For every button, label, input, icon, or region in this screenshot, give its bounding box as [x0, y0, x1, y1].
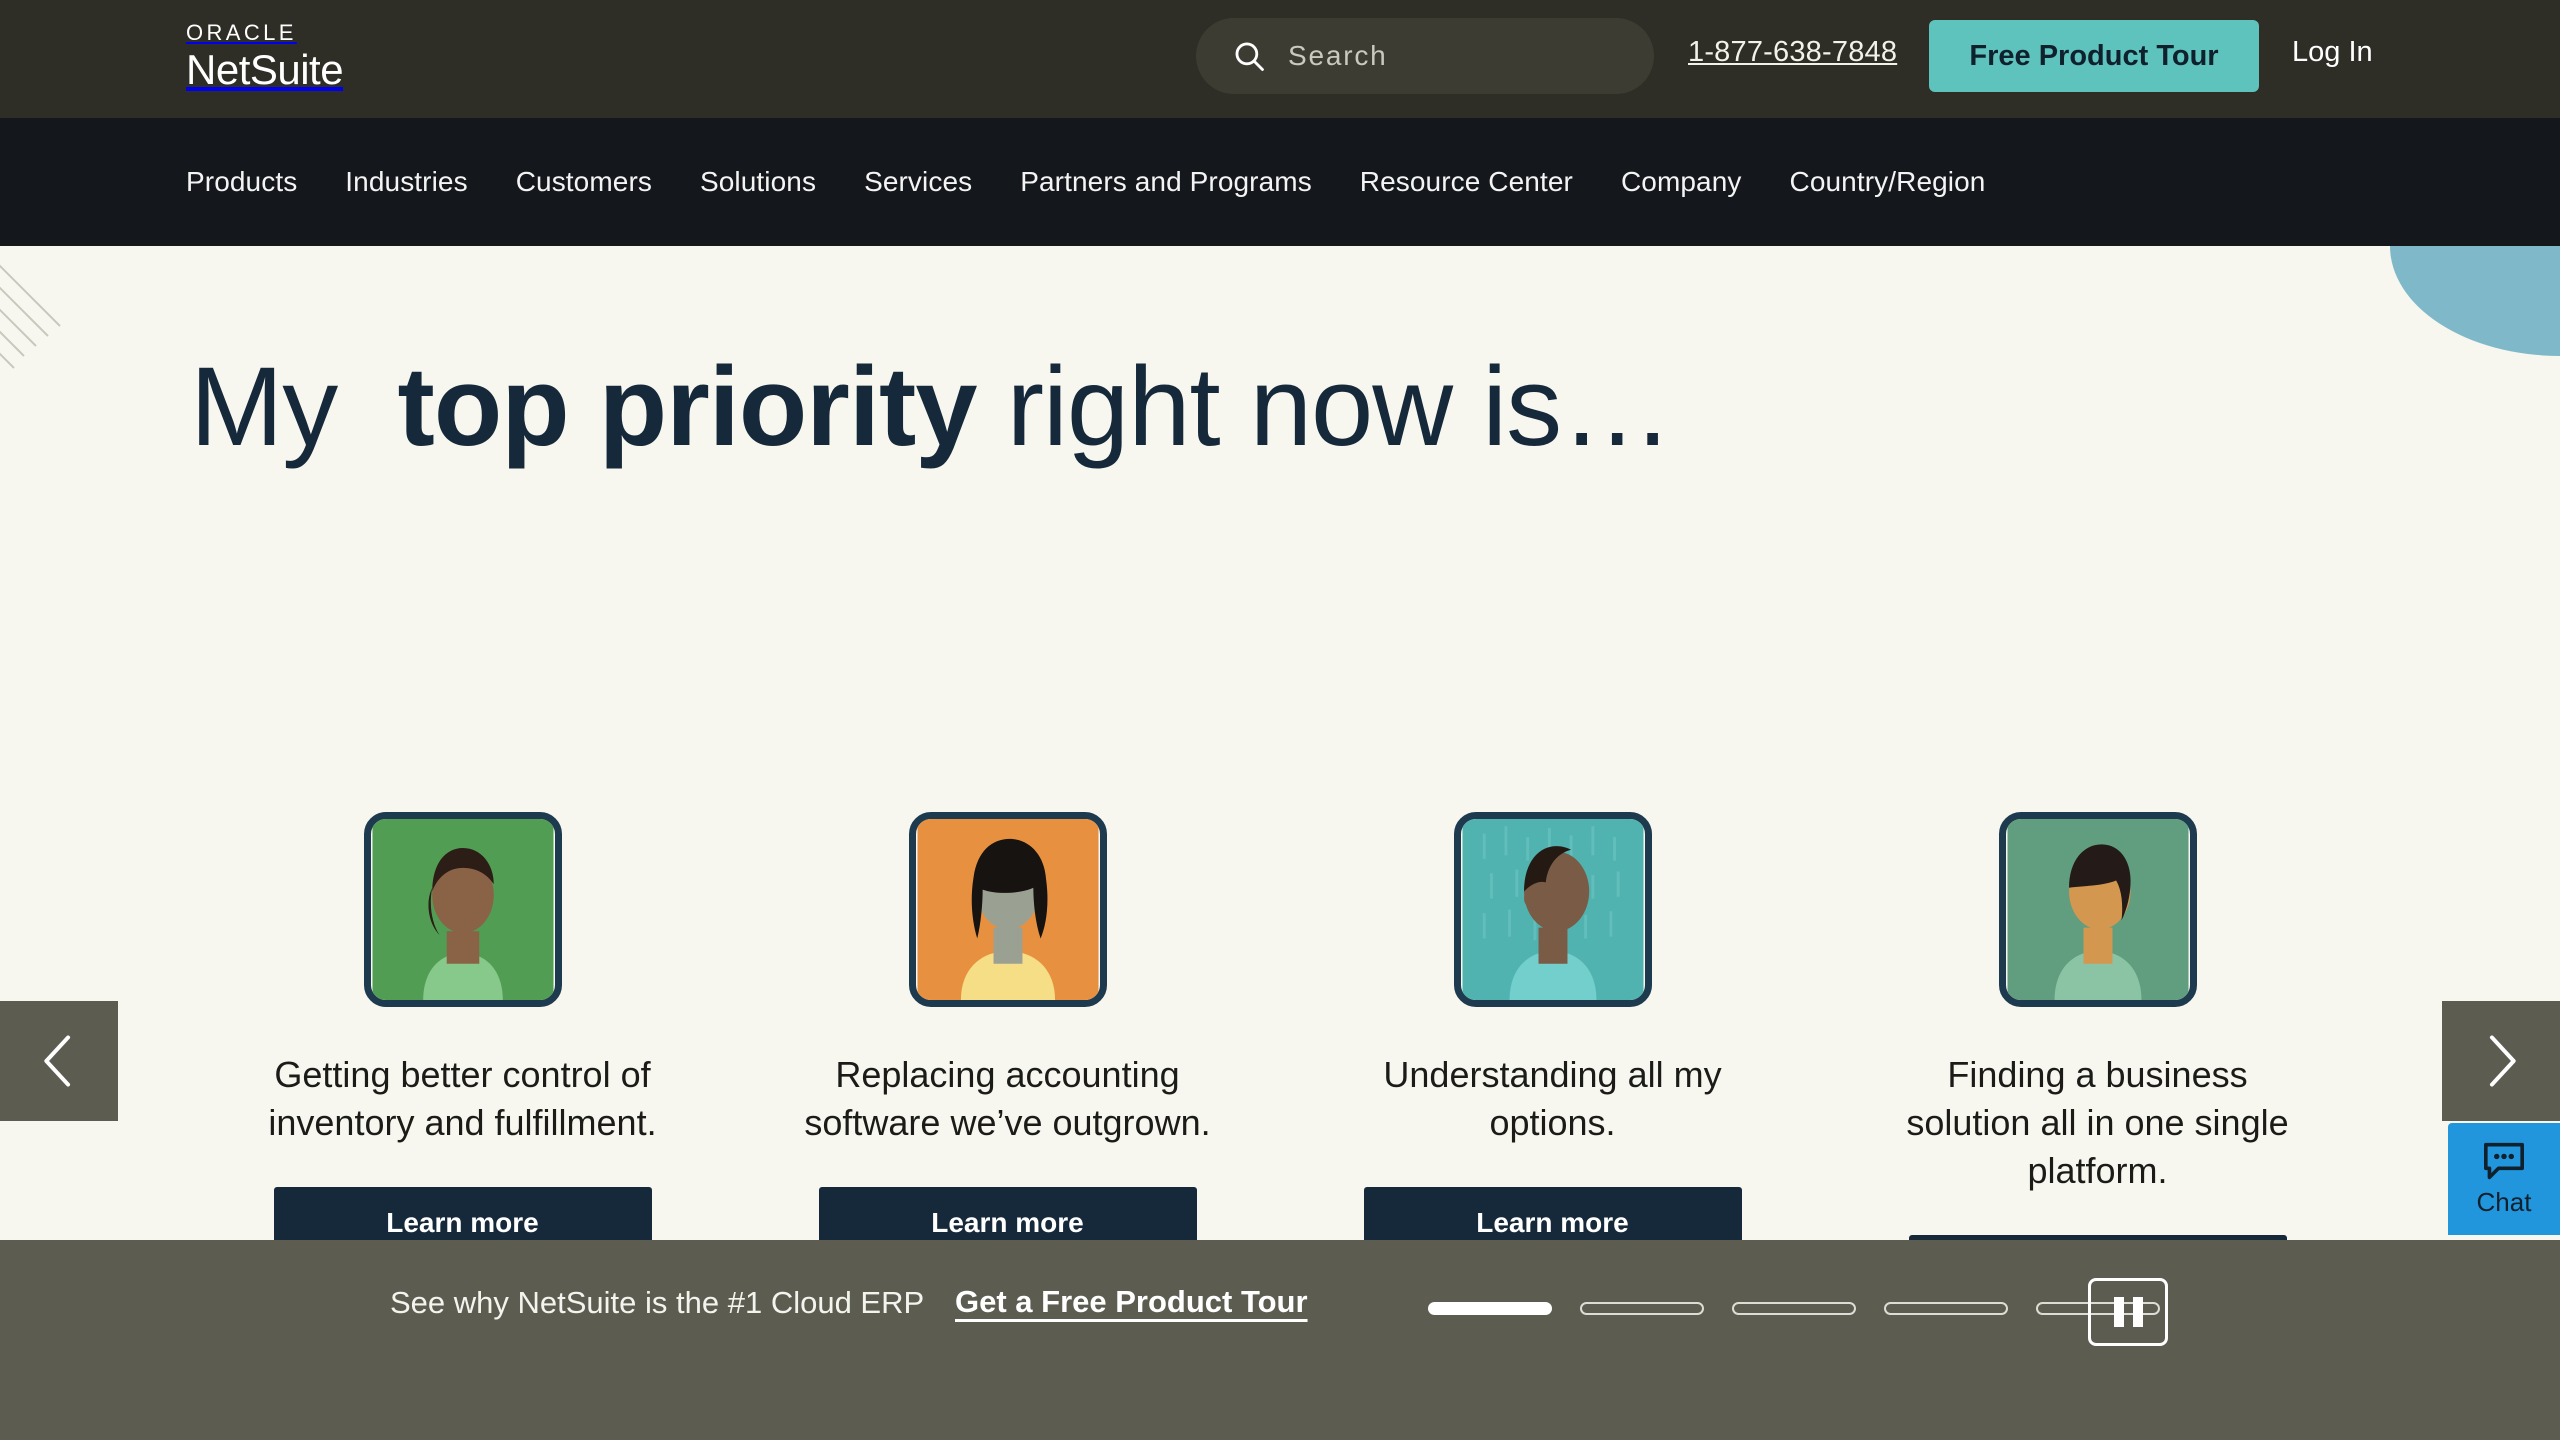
carousel-indicator-3[interactable]	[1732, 1302, 1856, 1315]
oracle-wordmark: ORACLE	[186, 20, 297, 45]
nav-item-solutions[interactable]: Solutions	[700, 166, 816, 198]
person-illustration-icon	[372, 819, 553, 1000]
carousel-indicator-1[interactable]	[1428, 1302, 1552, 1315]
learn-more-button[interactable]: Learn more	[273, 1186, 652, 1240]
nav-item-resource-center[interactable]: Resource Center	[1360, 166, 1573, 198]
nav-item-customers[interactable]: Customers	[516, 166, 652, 198]
carousel-indicators	[1428, 1302, 2160, 1315]
hero-card: Understanding all my options. Learn more	[1280, 812, 1825, 1240]
chevron-right-icon	[2489, 1035, 2516, 1087]
person-illustration-icon	[2007, 819, 2188, 1000]
avatar	[908, 812, 1107, 1007]
free-product-tour-button[interactable]: Free Product Tour	[1929, 20, 2259, 92]
headline-emphasis: top priority	[397, 344, 978, 469]
hero-card: Replacing accounting software we’ve outg…	[735, 812, 1280, 1240]
chat-widget-button[interactable]: Chat	[2448, 1123, 2560, 1235]
nav-item-partners-and-programs[interactable]: Partners and Programs	[1020, 166, 1312, 198]
headline-part-2: right now is…	[1006, 344, 1673, 469]
hero-headline: My top priority right now is…	[190, 342, 1673, 471]
chat-label: Chat	[2476, 1186, 2532, 1217]
nav-item-services[interactable]: Services	[864, 166, 972, 198]
card-caption: Finding a business solution all in one s…	[1906, 1054, 2289, 1191]
chat-bubble-icon	[2483, 1142, 2524, 1179]
decorative-shape-right	[2390, 246, 2560, 356]
carousel-prev-button[interactable]	[0, 1001, 118, 1121]
avatar	[1998, 812, 2197, 1007]
pause-icon	[2132, 1297, 2143, 1327]
chevron-left-icon	[44, 1035, 71, 1087]
promo-banner-text: See why NetSuite is the #1 Cloud ERP	[390, 1285, 925, 1320]
card-caption: Replacing accounting software we’ve outg…	[804, 1054, 1211, 1143]
hero-card: Getting better control of inventory and …	[190, 812, 735, 1240]
card-caption: Getting better control of inventory and …	[268, 1054, 657, 1143]
netsuite-wordmark: NetSuite	[186, 46, 344, 93]
nav-item-company[interactable]: Company	[1621, 166, 1742, 198]
promo-banner	[0, 1240, 2560, 1440]
learn-more-button[interactable]: Learn more	[818, 1186, 1197, 1240]
hero-carousel: My top priority right now is… Getting be…	[0, 246, 2560, 1240]
search-box[interactable]	[1196, 18, 1654, 94]
decorative-lines-left	[0, 264, 61, 369]
carousel-pause-button[interactable]	[2088, 1278, 2168, 1346]
oracle-netsuite-logo[interactable]: ORACLE NetSuite	[186, 20, 344, 93]
avatar	[363, 812, 562, 1007]
hero-card-row: Getting better control of inventory and …	[190, 812, 2370, 1240]
main-navigation: Products Industries Customers Solutions …	[0, 118, 2560, 246]
person-illustration-icon	[1462, 819, 1643, 1000]
learn-more-button[interactable]: Learn more	[1363, 1186, 1742, 1240]
hero-card: Finding a business solution all in one s…	[1825, 812, 2370, 1240]
search-input[interactable]	[1288, 40, 1618, 72]
pause-icon	[2113, 1297, 2124, 1327]
carousel-indicator-2[interactable]	[1580, 1302, 1704, 1315]
get-free-product-tour-link[interactable]: Get a Free Product Tour	[955, 1284, 1308, 1320]
top-header-bar: ORACLE NetSuite 1-877-638-7848 Free Prod…	[0, 0, 2560, 118]
headline-part-1: My	[190, 344, 338, 469]
log-in-link[interactable]: Log In	[2292, 36, 2373, 69]
carousel-indicator-4[interactable]	[1884, 1302, 2008, 1315]
nav-item-country-region[interactable]: Country/Region	[1790, 166, 1986, 198]
nav-item-industries[interactable]: Industries	[345, 166, 467, 198]
phone-number-link[interactable]: 1-877-638-7848	[1688, 36, 1897, 69]
card-caption: Understanding all my options.	[1383, 1054, 1722, 1143]
search-icon	[1235, 42, 1264, 71]
avatar	[1453, 812, 1652, 1007]
person-illustration-icon	[917, 819, 1098, 1000]
nav-item-products[interactable]: Products	[186, 166, 297, 198]
carousel-next-button[interactable]	[2442, 1001, 2560, 1121]
